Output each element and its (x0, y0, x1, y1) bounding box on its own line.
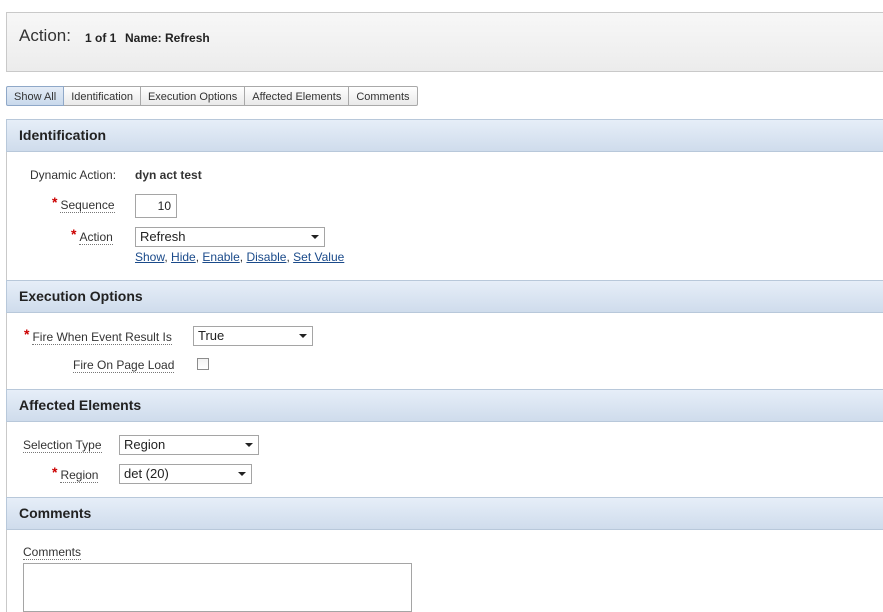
affected-elements-section: Selection Type Region * Region det (20) (6, 422, 883, 497)
affected-elements-heading: Affected Elements (6, 389, 883, 422)
required-marker: * (71, 226, 77, 242)
tab-show-all[interactable]: Show All (6, 86, 65, 106)
execution-options-heading: Execution Options (6, 280, 883, 313)
dynamic-action-value: dyn act test (135, 168, 202, 182)
quick-pick-hide[interactable]: Hide (171, 250, 196, 264)
chevron-down-icon (238, 472, 246, 476)
quick-pick-links: Show, Hide, Enable, Disable, Set Value (135, 250, 345, 264)
comments-heading: Comments (6, 497, 883, 530)
comments-label: Comments (23, 545, 82, 560)
record-count: 1 of 1 (85, 31, 117, 45)
region-label: * Region (52, 464, 99, 483)
tab-identification[interactable]: Identification (64, 86, 141, 106)
tab-comments[interactable]: Comments (349, 86, 418, 106)
tab-affected-elements[interactable]: Affected Elements (245, 86, 350, 106)
chevron-down-icon (311, 235, 319, 239)
action-header: Action: 1 of 1 Name: Refresh (6, 12, 883, 72)
identification-section: Dynamic Action: dyn act test * Sequence 1… (6, 152, 883, 280)
quick-pick-enable[interactable]: Enable (202, 250, 239, 264)
region-select-value: det (20) (124, 466, 169, 481)
action-select-value: Refresh (140, 229, 186, 244)
tab-execution-options[interactable]: Execution Options (140, 86, 246, 106)
fire-when-select[interactable]: True (193, 326, 313, 346)
identification-heading: Identification (6, 119, 883, 152)
action-select[interactable]: Refresh (135, 227, 325, 247)
comments-section: Comments (6, 530, 883, 612)
comments-textarea[interactable] (23, 563, 412, 612)
sequence-label: * Sequence (52, 194, 115, 213)
required-marker: * (52, 464, 58, 480)
fire-when-select-value: True (198, 328, 225, 343)
required-marker: * (52, 194, 58, 210)
page-title: Action: (19, 26, 71, 45)
fire-on-page-load-checkbox[interactable] (197, 358, 209, 370)
chevron-down-icon (245, 443, 253, 447)
quick-pick-disable[interactable]: Disable (246, 250, 286, 264)
fire-on-page-load-label: Fire On Page Load (73, 358, 175, 373)
required-marker: * (24, 326, 30, 342)
chevron-down-icon (299, 334, 307, 338)
execution-options-section: * Fire When Event Result Is True Fire On … (6, 313, 883, 389)
region-select[interactable]: det (20) (119, 464, 252, 484)
selection-type-select[interactable]: Region (119, 435, 259, 455)
quick-pick-show[interactable]: Show (135, 250, 164, 264)
sequence-input[interactable]: 10 (135, 194, 177, 218)
quick-pick-set-value[interactable]: Set Value (293, 250, 344, 264)
selection-type-label: Selection Type (23, 438, 102, 453)
section-tabs: Show All Identification Execution Option… (6, 86, 418, 106)
fire-when-label: * Fire When Event Result Is (24, 326, 172, 345)
dynamic-action-label: Dynamic Action: (30, 168, 117, 182)
record-name: Name: Refresh (125, 31, 210, 45)
action-label: * Action (71, 226, 113, 245)
selection-type-select-value: Region (124, 437, 166, 452)
